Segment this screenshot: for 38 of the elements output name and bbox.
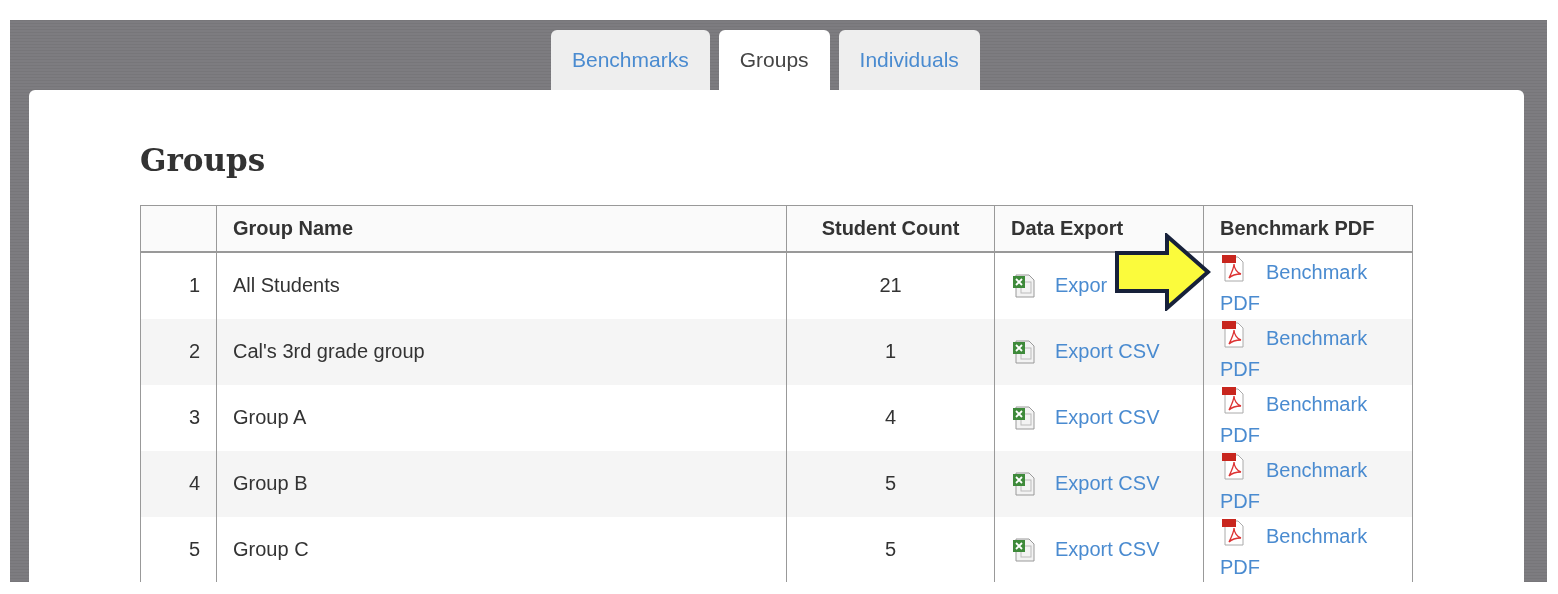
spreadsheet-icon	[1011, 470, 1037, 497]
column-header: Group Name	[216, 205, 787, 252]
column-header: Student Count	[786, 205, 995, 252]
benchmark-pdf-link[interactable]: Benchmark PDF	[1212, 319, 1396, 385]
export-csv-link[interactable]: Export CSV	[1055, 538, 1160, 561]
group-name-cell: Group C	[216, 516, 787, 582]
export-csv-link[interactable]: Export CSV	[1055, 340, 1160, 363]
benchmark-pdf-link[interactable]: Benchmark PDF	[1212, 451, 1396, 517]
column-header: Data Export	[994, 205, 1204, 252]
spreadsheet-icon	[1011, 272, 1037, 299]
row-number: 4	[140, 450, 217, 517]
tab[interactable]: Groups	[718, 30, 830, 90]
row-number: 3	[140, 384, 217, 451]
benchmark-pdf-link[interactable]: Benchmark PDF	[1212, 385, 1396, 451]
student-count-cell: 4	[786, 384, 995, 451]
tab[interactable]: Individuals	[838, 30, 980, 90]
benchmark-pdf-link[interactable]: Benchmark PDF	[1212, 253, 1396, 319]
page-heading: Groups	[140, 142, 266, 178]
row-number: 5	[140, 516, 217, 582]
tab[interactable]: Benchmarks	[551, 30, 710, 90]
group-name-cell: Cal's 3rd grade group	[216, 318, 787, 385]
column-header: Benchmark PDF	[1203, 205, 1413, 252]
export-csv-link[interactable]: Expor	[1055, 274, 1108, 297]
group-name-cell: All Students	[216, 251, 787, 319]
student-count-cell: 1	[786, 318, 995, 385]
spreadsheet-icon	[1011, 404, 1037, 431]
export-csv-link[interactable]: Export CSV	[1055, 406, 1160, 429]
benchmark-pdf-link[interactable]: Benchmark PDF	[1212, 517, 1396, 582]
student-count-cell: 5	[786, 516, 995, 582]
group-name-cell: Group A	[216, 384, 787, 451]
spreadsheet-icon	[1011, 338, 1037, 365]
group-name-cell: Group B	[216, 450, 787, 517]
row-number: 2	[140, 318, 217, 385]
student-count-cell: 5	[786, 450, 995, 517]
export-csv-link[interactable]: Export CSV	[1055, 472, 1160, 495]
student-count-cell: 21	[786, 251, 995, 319]
row-number: 1	[140, 251, 217, 319]
spreadsheet-icon	[1011, 536, 1037, 563]
